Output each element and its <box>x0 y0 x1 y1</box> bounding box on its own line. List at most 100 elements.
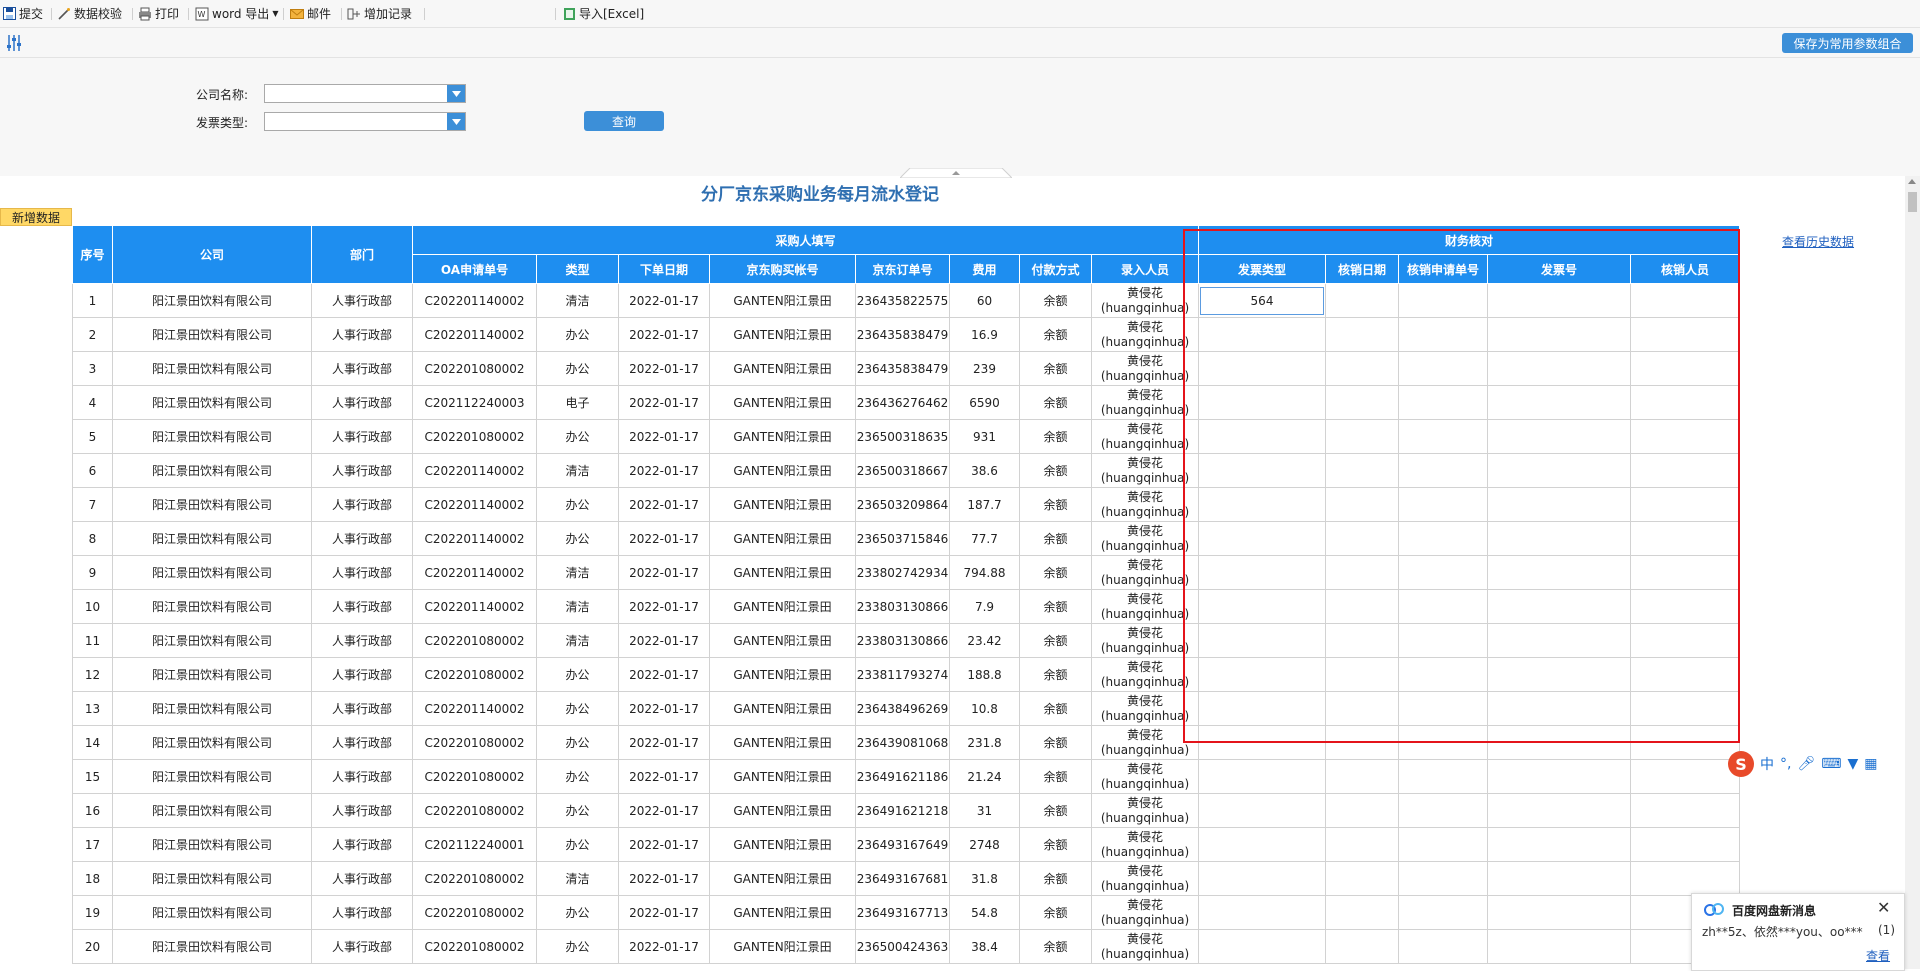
invoice-type-input[interactable]: 564 <box>1200 286 1324 315</box>
validate-button[interactable]: 数据校验 <box>57 0 122 27</box>
cell-inv-no[interactable] <box>1487 929 1631 964</box>
cell-wo-no[interactable] <box>1398 895 1488 930</box>
cell-wo-no[interactable] <box>1398 793 1488 828</box>
cell-inv-type[interactable] <box>1198 351 1326 386</box>
table-row[interactable]: 6 阳江景田饮料有限公司 人事行政部 C202201140002 清洁 2022-01-1… <box>72 453 1740 488</box>
table-row[interactable]: 5 阳江景田饮料有限公司 人事行政部 C202201080002 办公 2022-01-1… <box>72 419 1740 454</box>
cell-wo-person[interactable] <box>1630 623 1740 658</box>
table-row[interactable]: 14 阳江景田饮料有限公司 人事行政部 C202201080002 办公 2022-01-… <box>72 725 1740 760</box>
cell-inv-type[interactable] <box>1198 657 1326 692</box>
cell-wo-person[interactable] <box>1630 351 1740 386</box>
cell-wo-no[interactable] <box>1398 487 1488 522</box>
cell-inv-no[interactable] <box>1487 589 1631 624</box>
cell-wo-no[interactable] <box>1398 861 1488 896</box>
skin-icon[interactable]: ▼ <box>1847 756 1858 772</box>
cell-wo-person[interactable] <box>1630 793 1740 828</box>
cell-inv-type[interactable] <box>1198 725 1326 760</box>
cell-wo-no[interactable] <box>1398 453 1488 488</box>
cell-wo-date[interactable] <box>1325 623 1399 658</box>
cell-inv-type[interactable] <box>1198 453 1326 488</box>
save-parameter-combo-button[interactable]: 保存为常用参数组合 <box>1782 33 1913 53</box>
cell-wo-date[interactable] <box>1325 589 1399 624</box>
table-row[interactable]: 16 阳江景田饮料有限公司 人事行政部 C202201080002 办公 2022-01-… <box>72 793 1740 828</box>
cell-wo-date[interactable] <box>1325 691 1399 726</box>
cell-wo-person[interactable] <box>1630 589 1740 624</box>
cell-inv-no[interactable] <box>1487 793 1631 828</box>
table-row[interactable]: 11 阳江景田饮料有限公司 人事行政部 C202201080002 清洁 2022-01-… <box>72 623 1740 658</box>
history-data-link[interactable]: 查看历史数据 <box>1782 233 1854 250</box>
mail-button[interactable]: 邮件 <box>290 0 331 27</box>
cell-inv-type[interactable] <box>1198 793 1326 828</box>
table-row[interactable]: 19 阳江景田饮料有限公司 人事行政部 C202201080002 办公 2022-01-… <box>72 895 1740 930</box>
cell-wo-date[interactable] <box>1325 521 1399 556</box>
scroll-thumb[interactable] <box>1908 192 1917 212</box>
chevron-down-icon[interactable] <box>447 113 465 130</box>
filter-settings-icon[interactable] <box>6 34 22 52</box>
cell-wo-date[interactable] <box>1325 283 1399 318</box>
cell-inv-type[interactable] <box>1198 691 1326 726</box>
cell-inv-type[interactable] <box>1198 521 1326 556</box>
table-row[interactable]: 10 阳江景田饮料有限公司 人事行政部 C202201140002 清洁 2022-01-… <box>72 589 1740 624</box>
cell-wo-date[interactable] <box>1325 793 1399 828</box>
table-row[interactable]: 13 阳江景田饮料有限公司 人事行政部 C202201140002 办公 2022-01-… <box>72 691 1740 726</box>
cell-inv-no[interactable] <box>1487 555 1631 590</box>
query-button[interactable]: 查询 <box>584 111 664 131</box>
cell-wo-date[interactable] <box>1325 725 1399 760</box>
cell-wo-person[interactable] <box>1630 283 1740 318</box>
table-row[interactable]: 17 阳江景田饮料有限公司 人事行政部 C202112240001 办公 2022-01-… <box>72 827 1740 862</box>
cell-inv-no[interactable] <box>1487 521 1631 556</box>
cell-wo-date[interactable] <box>1325 317 1399 352</box>
cell-wo-no[interactable] <box>1398 283 1488 318</box>
cell-wo-no[interactable] <box>1398 657 1488 692</box>
cell-inv-no[interactable] <box>1487 657 1631 692</box>
cell-wo-date[interactable] <box>1325 453 1399 488</box>
cell-wo-no[interactable] <box>1398 725 1488 760</box>
cell-inv-no[interactable] <box>1487 453 1631 488</box>
cell-inv-no[interactable] <box>1487 725 1631 760</box>
cell-wo-person[interactable] <box>1630 691 1740 726</box>
cell-wo-no[interactable] <box>1398 589 1488 624</box>
cell-inv-no[interactable] <box>1487 827 1631 862</box>
cell-wo-no[interactable] <box>1398 317 1488 352</box>
cell-wo-no[interactable] <box>1398 385 1488 420</box>
vertical-scrollbar[interactable] <box>1905 176 1920 969</box>
grid-menu-icon[interactable]: ▦ <box>1864 756 1877 772</box>
cell-wo-date[interactable] <box>1325 351 1399 386</box>
cell-inv-no[interactable] <box>1487 419 1631 454</box>
table-row[interactable]: 9 阳江景田饮料有限公司 人事行政部 C202201140002 清洁 2022-01-1… <box>72 555 1740 590</box>
cell-wo-date[interactable] <box>1325 861 1399 896</box>
cell-inv-no[interactable] <box>1487 487 1631 522</box>
cell-wo-date[interactable] <box>1325 555 1399 590</box>
collapse-panel-handle[interactable] <box>900 168 1012 178</box>
keyboard-icon[interactable]: ⌨ <box>1821 756 1841 772</box>
cell-wo-person[interactable] <box>1630 555 1740 590</box>
cell-wo-date[interactable] <box>1325 895 1399 930</box>
cell-inv-type[interactable] <box>1198 419 1326 454</box>
cell-wo-no[interactable] <box>1398 691 1488 726</box>
cell-inv-no[interactable] <box>1487 623 1631 658</box>
table-row[interactable]: 3 阳江景田饮料有限公司 人事行政部 C202201080002 办公 2022-01-1… <box>72 351 1740 386</box>
cell-wo-no[interactable] <box>1398 827 1488 862</box>
close-icon[interactable]: ✕ <box>1877 898 1890 917</box>
cell-inv-type[interactable] <box>1198 487 1326 522</box>
cell-inv-type[interactable] <box>1198 555 1326 590</box>
cell-inv-no[interactable] <box>1487 317 1631 352</box>
cell-wo-person[interactable] <box>1630 419 1740 454</box>
table-row[interactable]: 15 阳江景田饮料有限公司 人事行政部 C202201080002 办公 2022-01-… <box>72 759 1740 794</box>
cell-inv-type[interactable] <box>1198 929 1326 964</box>
cell-inv-type[interactable] <box>1198 759 1326 794</box>
cell-wo-person[interactable] <box>1630 453 1740 488</box>
view-link[interactable]: 查看 <box>1866 947 1890 964</box>
sogou-logo-icon[interactable]: S <box>1728 751 1754 777</box>
cell-wo-date[interactable] <box>1325 827 1399 862</box>
cell-inv-type[interactable]: 564 <box>1198 283 1326 318</box>
cell-wo-date[interactable] <box>1325 657 1399 692</box>
cell-wo-person[interactable] <box>1630 861 1740 896</box>
cell-inv-type[interactable] <box>1198 385 1326 420</box>
punctuation-toggle[interactable]: °, <box>1780 756 1791 772</box>
cell-wo-no[interactable] <box>1398 623 1488 658</box>
cell-wo-date[interactable] <box>1325 385 1399 420</box>
table-row[interactable]: 8 阳江景田饮料有限公司 人事行政部 C202201140002 办公 2022-01-1… <box>72 521 1740 556</box>
scroll-up-icon[interactable] <box>1908 179 1916 184</box>
cell-wo-no[interactable] <box>1398 521 1488 556</box>
